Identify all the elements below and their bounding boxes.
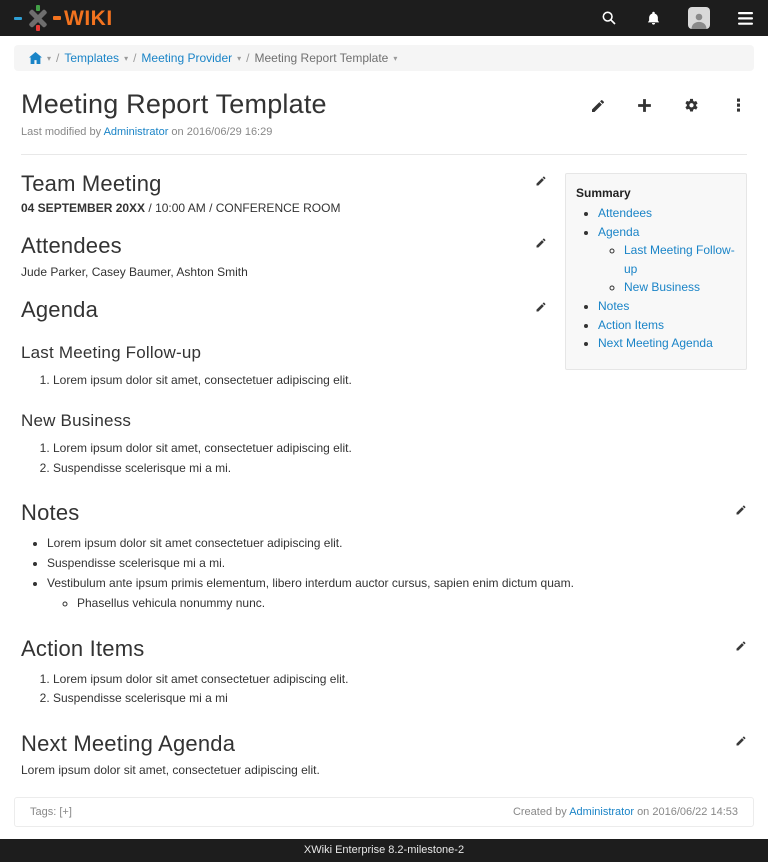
next-meeting-agenda-text: Lorem ipsum dolor sit amet, consectetuer… xyxy=(21,763,747,777)
notes-list: Lorem ipsum dolor sit amet consectetuer … xyxy=(21,534,747,613)
breadcrumb-separator: / xyxy=(133,51,136,65)
list-item: Lorem ipsum dolor sit amet consectetuer … xyxy=(47,534,747,554)
list-item: Last Meeting Follow-up xyxy=(624,241,736,278)
breadcrumb-separator: / xyxy=(246,51,249,65)
last-modified-line: Last modified by Administrator on 2016/0… xyxy=(21,126,747,138)
list-item-text: Vestibulum ante ipsum primis elementum, … xyxy=(47,576,574,590)
subsection-heading-last-meeting-followup: Last Meeting Follow-up xyxy=(21,343,547,363)
version-text: XWiki Enterprise 8.2-milestone-2 xyxy=(304,844,464,856)
breadcrumb-container: ▾ / Templates ▾ / Meeting Provider ▾ / M… xyxy=(0,36,768,75)
list-item: Action Items xyxy=(598,316,736,335)
chevron-down-icon[interactable]: ▾ xyxy=(47,54,51,63)
document-footer-container: Tags: [+] Created by Administrator on 20… xyxy=(0,777,768,839)
tags-label: Tags: xyxy=(30,806,56,818)
search-icon[interactable] xyxy=(600,9,618,27)
chevron-down-icon[interactable]: ▾ xyxy=(237,54,241,63)
list-item: Next Meeting Agenda xyxy=(598,334,736,353)
content-beside-summary: Team Meeting 04 SEPTEMBER 20XX / 10:00 A… xyxy=(21,171,547,478)
section-edit-pencil-icon[interactable] xyxy=(535,171,547,187)
meeting-date: 04 SEPTEMBER 20XX xyxy=(21,201,145,215)
section-heading-agenda: Agenda xyxy=(21,297,98,323)
version-footer-bar: XWiki Enterprise 8.2-milestone-2 xyxy=(0,839,768,862)
home-icon[interactable] xyxy=(29,52,42,64)
attendees-text: Jude Parker, Casey Baumer, Ashton Smith xyxy=(21,265,547,279)
list-item: Suspendisse scelerisque mi a mi. xyxy=(53,459,547,479)
action-items-list: Lorem ipsum dolor sit amet consectetuer … xyxy=(21,670,747,710)
logo-x-glyph xyxy=(26,5,50,31)
modified-author-link[interactable]: Administrator xyxy=(104,126,169,138)
section-heading-attendees: Attendees xyxy=(21,233,122,259)
summary-link-action-items[interactable]: Action Items xyxy=(598,318,664,332)
list-item: Agenda Last Meeting Follow-up New Busine… xyxy=(598,223,736,297)
list-item: New Business xyxy=(624,278,736,297)
breadcrumb-link-templates[interactable]: Templates xyxy=(64,51,119,65)
list-item: Suspendisse scelerisque mi a mi xyxy=(53,689,747,709)
summary-link-next-meeting-agenda[interactable]: Next Meeting Agenda xyxy=(598,336,713,350)
meeting-time-location: / 10:00 AM / CONFERENCE ROOM xyxy=(145,201,340,215)
section-edit-pencil-icon[interactable] xyxy=(735,731,747,747)
edit-pencil-icon[interactable] xyxy=(590,98,606,114)
meeting-dateline: 04 SEPTEMBER 20XX / 10:00 AM / CONFERENC… xyxy=(21,201,547,215)
breadcrumb: ▾ / Templates ▾ / Meeting Provider ▾ / M… xyxy=(14,45,754,71)
document-content: Summary Attendees Agenda Last Meeting Fo… xyxy=(0,155,768,777)
followup-list: Lorem ipsum dolor sit amet, consectetuer… xyxy=(21,371,547,391)
more-actions-kebab-icon[interactable]: ⋮ xyxy=(730,98,747,113)
created-author-link[interactable]: Administrator xyxy=(569,806,634,818)
created-suffix: on 2016/06/22 14:53 xyxy=(637,806,738,818)
add-tag-button[interactable]: [+] xyxy=(59,806,72,818)
summary-link-last-meeting-followup[interactable]: Last Meeting Follow-up xyxy=(624,243,735,276)
section-heading-notes: Notes xyxy=(21,500,79,526)
list-item: Notes xyxy=(598,297,736,316)
breadcrumb-separator: / xyxy=(56,51,59,65)
user-avatar[interactable] xyxy=(688,7,710,29)
section-heading-action-items: Action Items xyxy=(21,636,144,662)
summary-link-agenda[interactable]: Agenda xyxy=(598,225,639,239)
section-edit-pencil-icon[interactable] xyxy=(535,297,547,313)
breadcrumb-link-meeting-provider[interactable]: Meeting Provider xyxy=(141,51,232,65)
summary-link-notes[interactable]: Notes xyxy=(598,299,629,313)
hamburger-menu-icon[interactable] xyxy=(736,9,754,27)
modified-prefix: Last modified by xyxy=(21,126,101,138)
summary-link-attendees[interactable]: Attendees xyxy=(598,206,652,220)
summary-panel: Summary Attendees Agenda Last Meeting Fo… xyxy=(565,173,747,370)
list-item: Lorem ipsum dolor sit amet consectetuer … xyxy=(53,670,747,690)
section-heading-next-meeting-agenda: Next Meeting Agenda xyxy=(21,731,235,757)
created-prefix: Created by xyxy=(513,806,567,818)
xwiki-logo[interactable]: WIKI xyxy=(14,5,113,31)
logo-blue-dash xyxy=(14,17,22,20)
subsection-heading-new-business: New Business xyxy=(21,411,547,431)
list-item: Phasellus vehicula nonummy nunc. xyxy=(77,594,747,614)
logo-orange-dash xyxy=(53,16,61,20)
breadcrumb-current-page: Meeting Report Template xyxy=(255,51,389,65)
list-item: Lorem ipsum dolor sit amet, consectetuer… xyxy=(53,371,547,391)
settings-gear-icon[interactable] xyxy=(683,97,700,114)
section-edit-pencil-icon[interactable] xyxy=(735,500,747,516)
list-item: Lorem ipsum dolor sit amet, consectetuer… xyxy=(53,439,547,459)
document-footer: Tags: [+] Created by Administrator on 20… xyxy=(14,797,754,827)
top-navigation-bar: WIKI xyxy=(0,0,768,36)
section-heading-team-meeting: Team Meeting xyxy=(21,171,162,197)
logo-wordmark: WIKI xyxy=(64,8,113,29)
list-item: Vestibulum ante ipsum primis elementum, … xyxy=(47,574,747,614)
notifications-bell-icon[interactable] xyxy=(644,9,662,27)
created-line: Created by Administrator on 2016/06/22 1… xyxy=(513,806,738,818)
chevron-down-icon[interactable]: ▾ xyxy=(393,54,397,63)
modified-suffix: on 2016/06/29 16:29 xyxy=(171,126,272,138)
summary-title: Summary xyxy=(576,186,736,200)
page-title: Meeting Report Template xyxy=(21,89,327,120)
create-plus-icon[interactable] xyxy=(636,97,653,114)
section-edit-pencil-icon[interactable] xyxy=(535,233,547,249)
summary-link-new-business[interactable]: New Business xyxy=(624,280,700,294)
chevron-down-icon[interactable]: ▾ xyxy=(124,54,128,63)
list-item: Attendees xyxy=(598,204,736,223)
section-edit-pencil-icon[interactable] xyxy=(735,636,747,652)
list-item: Suspendisse scelerisque mi a mi. xyxy=(47,554,747,574)
new-business-list: Lorem ipsum dolor sit amet, consectetuer… xyxy=(21,439,547,479)
page-header: Meeting Report Template ⋮ Last modified … xyxy=(0,75,768,138)
